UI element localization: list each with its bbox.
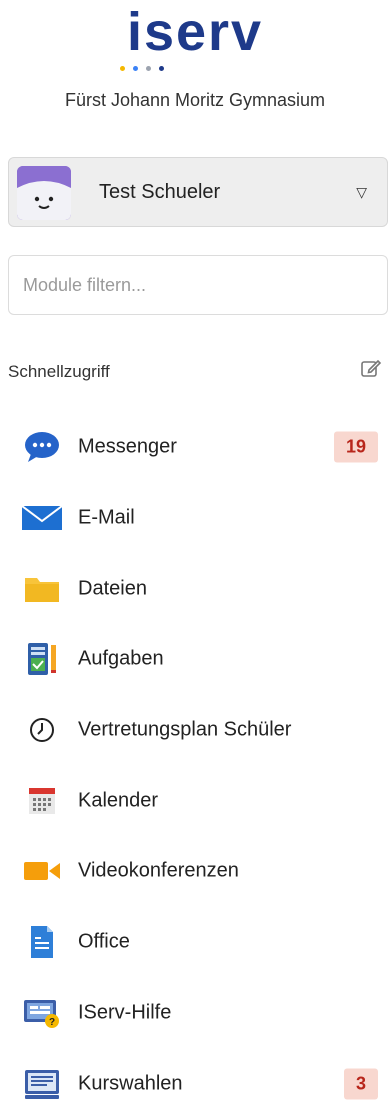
chevron-down-icon: ▽ [356,184,367,200]
user-menu-button[interactable]: Test Schueler ▽ [8,157,388,227]
course-icon [25,1069,59,1099]
help-icon: ? [24,999,59,1028]
nav-item-label: Dateien [78,577,147,600]
nav-item-label: Kurswahlen [78,1072,183,1095]
tasks-icon [28,643,56,676]
nav-item-files[interactable]: Dateien [0,553,390,624]
nav-item-label: Videokonferenzen [78,859,239,882]
nav-item-label: Aufgaben [78,647,164,670]
iserv-logo[interactable]: iserv [0,0,390,80]
sidebar: iserv Fürst Johann Moritz Gymnasium Test… [0,0,390,1100]
nav-item-label: IServ-Hilfe [78,1001,172,1024]
count-badge: 3 [343,1068,378,1100]
nav-item-label: Office [78,930,130,953]
nav-item-label: E-Mail [78,506,135,529]
user-name: Test Schueler [99,181,221,203]
school-name: Fürst Johann Moritz Gymnasium [64,90,326,110]
nav-item-tasks[interactable]: Aufgaben [0,624,390,695]
folder-icon [25,577,59,602]
video-icon [24,862,60,881]
logo-dots [120,60,172,72]
quick-access-list: Messenger 19 E-Mail Dateien Aufgaben Ver… [0,412,390,1119]
svg-text:?: ? [49,1017,55,1028]
logo-text: iserv [126,2,264,62]
document-icon [31,926,53,959]
module-filter-input[interactable] [8,255,388,315]
clock-icon [30,718,54,743]
nav-item-substitution-plan[interactable]: Vertretungsplan Schüler [0,695,390,766]
nav-item-course-selection[interactable]: Kurswahlen 3 [0,1048,390,1119]
avatar [17,166,71,220]
nav-item-email[interactable]: E-Mail [0,483,390,554]
nav-item-label: Messenger [78,435,177,458]
quick-access-title: Schnellzugriff [8,362,110,381]
calendar-icon [29,787,55,814]
unread-badge: 19 [333,431,378,463]
nav-item-messenger[interactable]: Messenger 19 [0,412,390,483]
nav-item-label: Vertretungsplan Schüler [78,718,292,741]
mail-icon [22,505,62,531]
nav-item-calendar[interactable]: Kalender [0,765,390,836]
nav-item-office[interactable]: Office [0,907,390,978]
messenger-icon [25,432,59,463]
edit-icon[interactable] [360,357,382,379]
nav-item-label: Kalender [78,789,159,812]
nav-item-videoconferences[interactable]: Videokonferenzen [0,836,390,907]
nav-item-iserv-help[interactable]: ? IServ-Hilfe [0,978,390,1049]
